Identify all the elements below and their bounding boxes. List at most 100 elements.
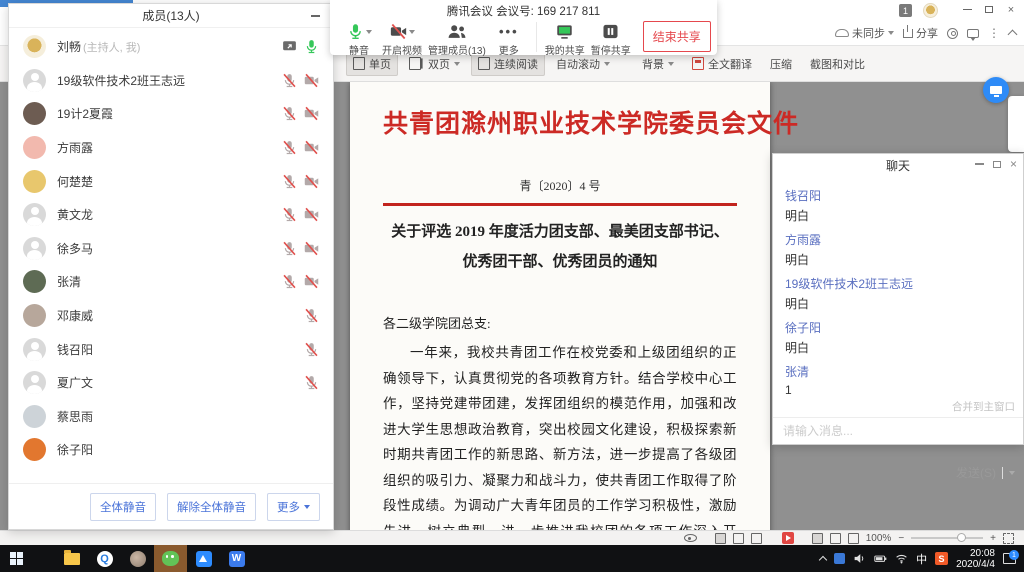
unmute-all-button[interactable]: 解除全体静音: [167, 493, 256, 521]
chevron-down-icon[interactable]: [366, 30, 372, 34]
member-row[interactable]: 邓康威: [9, 299, 333, 333]
play-icon[interactable]: [782, 532, 794, 544]
pause-share-button[interactable]: 暂停共享: [591, 22, 631, 57]
floating-collapsed-panel[interactable]: [1008, 96, 1024, 152]
chat-text: 明白: [785, 251, 1011, 268]
close-button[interactable]: ×: [1000, 0, 1022, 19]
compare-button[interactable]: 截图和对比: [803, 52, 872, 76]
mute-all-button[interactable]: 全体静音: [90, 493, 156, 521]
chat-messages[interactable]: 钱召阳 明白 方雨露 明白 19级软件技术2班王志远 明白 徐子阳 明白 张清 …: [773, 176, 1023, 397]
chat-title: 聊天: [886, 157, 910, 174]
minimize-button[interactable]: [975, 163, 984, 165]
mic-muted-icon: [304, 375, 319, 390]
sogou-icon[interactable]: S: [935, 552, 948, 565]
mute-button[interactable]: 静音: [342, 22, 376, 57]
notification-center-icon[interactable]: 1: [1003, 553, 1016, 564]
wifi-icon[interactable]: [895, 552, 908, 565]
chat-text: 明白: [785, 207, 1011, 224]
cloud-icon: [835, 29, 849, 37]
member-name: 邓康威: [57, 307, 93, 324]
tab-count-badge[interactable]: 1: [899, 4, 912, 17]
member-row[interactable]: 徐多马: [9, 232, 333, 266]
eye-protect-icon[interactable]: [684, 534, 697, 542]
tray-time: 20:08: [970, 548, 995, 559]
restore-button[interactable]: [978, 0, 1000, 19]
wps-status-bar: 100% − +: [0, 530, 1024, 545]
double-view-icon[interactable]: [751, 533, 762, 544]
minimize-button[interactable]: [956, 0, 978, 19]
send-button[interactable]: 发送(S): [956, 464, 996, 481]
member-name: 19计2夏霞: [57, 105, 113, 122]
file-explorer-button[interactable]: [55, 545, 88, 572]
share-button[interactable]: 分享: [903, 25, 938, 41]
meeting-app-button[interactable]: [187, 545, 220, 572]
member-name: 黄文龙: [57, 206, 93, 223]
tray-expand-icon[interactable]: [819, 555, 827, 563]
more-menu-button[interactable]: ⋮: [988, 26, 1000, 40]
photo-app-button[interactable]: [121, 545, 154, 572]
minimize-button[interactable]: [307, 8, 323, 24]
member-row[interactable]: 张清: [9, 265, 333, 299]
chat-input[interactable]: [773, 418, 1011, 444]
member-row[interactable]: 何楚楚: [9, 164, 333, 198]
collapse-ribbon-button[interactable]: [1009, 28, 1016, 38]
fit-width-icon[interactable]: [830, 533, 841, 544]
battery-icon[interactable]: [874, 552, 887, 565]
my-share-button[interactable]: 我的共享: [545, 22, 585, 57]
member-row[interactable]: 蔡思雨: [9, 400, 333, 434]
chevron-down-icon: [668, 62, 674, 66]
ime-indicator[interactable]: 中: [916, 551, 927, 567]
wps-user-avatar[interactable]: [923, 3, 938, 18]
browser-button[interactable]: Q: [88, 545, 121, 572]
chat-sender: 方雨露: [785, 231, 1011, 248]
chat-text: 明白: [785, 295, 1011, 312]
mic-muted-icon: [282, 140, 297, 155]
wechat-button[interactable]: [154, 545, 187, 572]
divider: [1002, 467, 1003, 479]
member-row[interactable]: 刘畅 (主持人, 我): [9, 30, 333, 64]
zoom-plus-button[interactable]: +: [990, 533, 996, 544]
member-row[interactable]: 钱召阳: [9, 332, 333, 366]
close-button[interactable]: ×: [1010, 157, 1017, 171]
chevron-down-icon[interactable]: [409, 30, 415, 34]
compress-button[interactable]: 压缩: [763, 52, 799, 76]
continuous-view-icon[interactable]: [715, 533, 726, 544]
more-button[interactable]: 更多: [267, 493, 320, 521]
member-row[interactable]: 19级软件技术2班王志远: [9, 64, 333, 98]
chat-text: 1: [785, 383, 1011, 397]
zoom-slider[interactable]: [911, 537, 983, 539]
member-row[interactable]: 夏广文: [9, 366, 333, 400]
sync-status[interactable]: 未同步: [835, 25, 894, 41]
manage-members-button[interactable]: 管理成员(13): [428, 22, 486, 57]
start-video-button[interactable]: 开启视频: [382, 22, 422, 57]
wps-app-button[interactable]: W: [220, 545, 253, 572]
page-fit-icon[interactable]: [812, 533, 823, 544]
member-row[interactable]: 徐子阳: [9, 433, 333, 467]
end-share-button[interactable]: 结束共享: [643, 21, 711, 52]
translate-icon: [692, 57, 704, 70]
maximize-button[interactable]: [993, 161, 1001, 168]
single-view-icon[interactable]: [733, 533, 744, 544]
member-row[interactable]: 方雨露: [9, 131, 333, 165]
fit-page-icon[interactable]: [848, 533, 859, 544]
zoom-level[interactable]: 100%: [866, 533, 892, 544]
comment-button[interactable]: [967, 29, 979, 38]
speaker-icon[interactable]: [853, 552, 866, 565]
folder-icon: [64, 553, 80, 565]
member-name: 张清: [57, 273, 81, 290]
member-row[interactable]: 19计2夏霞: [9, 97, 333, 131]
zoom-minus-button[interactable]: −: [898, 533, 904, 544]
settings-button[interactable]: [947, 28, 958, 39]
members-list: 刘畅 (主持人, 我) 19级软件技术2班王志远 19计2夏霞: [9, 30, 333, 483]
tray-app-icon[interactable]: [834, 553, 845, 564]
fullscreen-icon[interactable]: [1003, 533, 1014, 544]
zoom-knob[interactable]: [957, 533, 966, 542]
start-button[interactable]: [0, 545, 33, 572]
chevron-down-icon: [604, 62, 610, 66]
clock[interactable]: 20:08 2020/4/4: [956, 548, 995, 570]
more-button[interactable]: ••• 更多: [492, 22, 526, 57]
merge-to-main-link[interactable]: 合并到主窗口: [773, 397, 1023, 417]
chevron-down-icon[interactable]: [1009, 471, 1015, 475]
member-row[interactable]: 黄文龙: [9, 198, 333, 232]
floating-share-icon[interactable]: [983, 77, 1009, 103]
